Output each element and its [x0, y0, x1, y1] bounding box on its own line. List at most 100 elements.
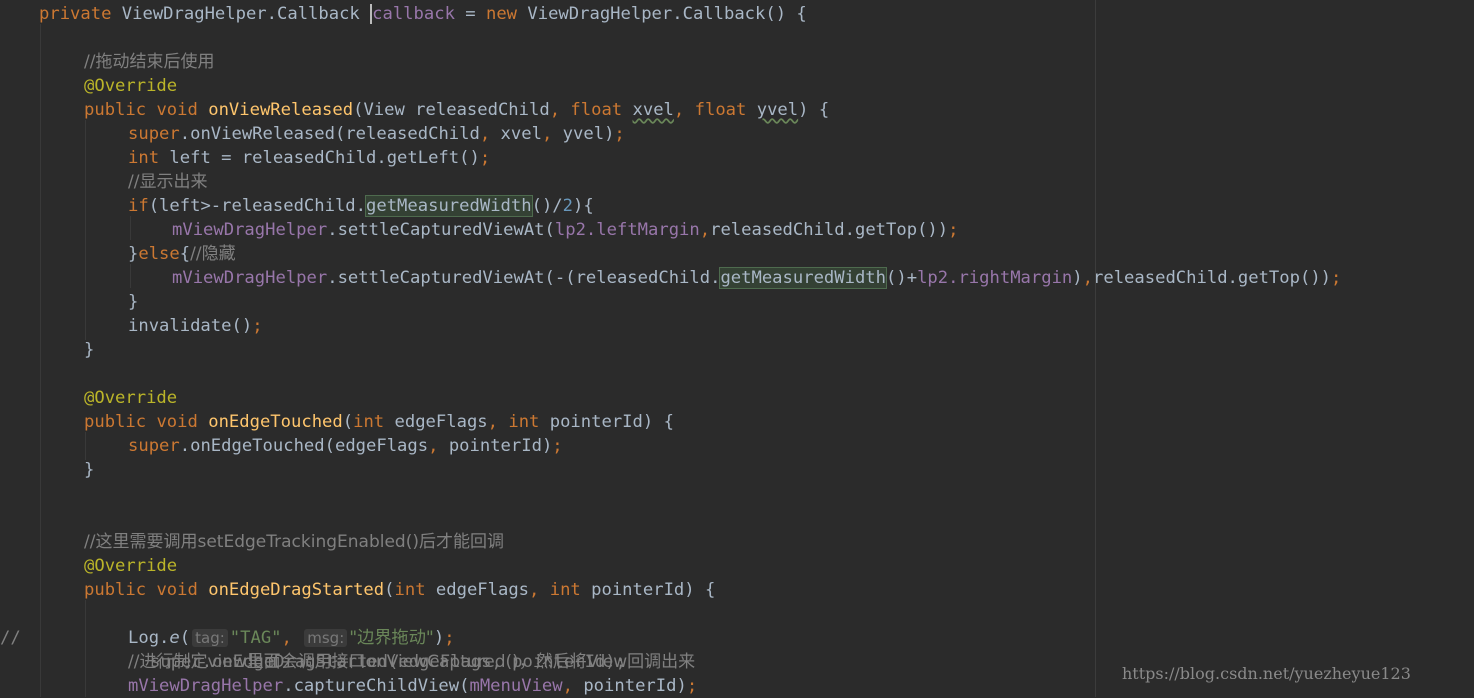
- punctuation: ;: [252, 316, 263, 336]
- keyword: float: [570, 100, 623, 120]
- code-text: xvel: [500, 124, 542, 144]
- code-line[interactable]: if(left>-releasedChild.getMeasuredWidth(…: [128, 194, 594, 218]
- method-name[interactable]: onEdgeTouched: [208, 412, 343, 432]
- keyword: void: [156, 100, 198, 120]
- method-name[interactable]: e: [169, 628, 179, 648]
- highlighted-method[interactable]: getMeasuredWidth: [719, 267, 888, 289]
- code-line[interactable]: public void onEdgeDragStarted(int edgeFl…: [84, 578, 715, 602]
- comment: //显示出来: [128, 172, 208, 192]
- code-line[interactable]: super.onViewReleased(releasedChild, xvel…: [128, 122, 625, 146]
- highlighted-method[interactable]: getMeasuredWidth: [365, 195, 533, 217]
- code-text: =: [454, 4, 486, 24]
- code-line[interactable]: @Override: [84, 386, 177, 410]
- code-line[interactable]: }: [84, 458, 94, 482]
- code-line[interactable]: @Override: [84, 74, 177, 98]
- code-line[interactable]: invalidate();: [128, 314, 263, 338]
- indent-guide: [85, 120, 86, 340]
- field: lp2: [917, 268, 949, 288]
- indent-guide: [85, 432, 86, 460]
- code-text: ){: [573, 196, 594, 216]
- comment: ，然后将: [518, 652, 587, 672]
- punctuation: ,: [428, 436, 449, 456]
- param-warning[interactable]: yvel: [757, 100, 798, 120]
- param-warning[interactable]: xvel: [633, 100, 674, 120]
- annotation: @Override: [84, 76, 178, 96]
- parameter-hint: msg:: [304, 629, 348, 647]
- code-text: Log.: [128, 628, 170, 648]
- punctuation: ;: [948, 220, 959, 240]
- keyword: int: [394, 580, 426, 600]
- code-line[interactable]: mViewDragHelper.captureChildView(mMenuVi…: [128, 674, 697, 698]
- code-text: (View releasedChild: [353, 100, 550, 120]
- keyword: super: [128, 124, 180, 144]
- punctuation: ,: [529, 580, 550, 600]
- code-line[interactable]: @Override: [84, 554, 177, 578]
- comment: 里面会调用接口: [246, 652, 366, 672]
- comment: setEdgeTrackingEnabled(): [197, 532, 419, 552]
- code-line[interactable]: public void onEdgeTouched(int edgeFlags,…: [84, 410, 674, 434]
- code-line[interactable]: }else{//隐藏: [128, 242, 236, 266]
- code-text: (: [342, 412, 354, 432]
- code-line[interactable]: public void onViewReleased(View released…: [84, 98, 829, 122]
- keyword: void: [156, 580, 198, 600]
- field: .leftMargin: [585, 220, 700, 240]
- keyword: int: [353, 412, 385, 432]
- code-text: releasedChild.getTop()): [1093, 268, 1332, 288]
- code-line[interactable]: //这里需要调用setEdgeTrackingEnabled()后才能回调: [84, 530, 504, 554]
- code-editor[interactable]: private ViewDragHelper.Callback callback…: [0, 0, 1474, 697]
- punctuation: ;: [614, 124, 625, 144]
- code-text: ViewDragHelper.Callback: [111, 4, 371, 24]
- code-line[interactable]: //拖动结束后使用: [84, 50, 214, 74]
- comment: onViewCaptured(): [365, 652, 519, 672]
- comment: //这里需要调用: [84, 532, 198, 552]
- punctuation: ,: [487, 412, 509, 432]
- code-text: pointerId) {: [539, 412, 674, 432]
- code-line[interactable]: mViewDragHelper.settleCapturedViewAt(-(r…: [172, 266, 1341, 290]
- annotation: @Override: [84, 556, 178, 576]
- field: mViewDragHelper: [172, 220, 328, 240]
- keyword: else: [138, 244, 180, 264]
- method-name[interactable]: onViewReleased: [208, 100, 353, 120]
- code-text: ) {: [798, 100, 830, 120]
- field: mViewDragHelper: [172, 268, 328, 288]
- code-text: ): [433, 628, 445, 648]
- comment: //拖动结束后使用: [84, 52, 215, 72]
- code-line[interactable]: //显示出来: [128, 170, 207, 194]
- code-line[interactable]: mViewDragHelper.settleCapturedViewAt(lp2…: [172, 218, 958, 242]
- code-line[interactable]: }: [84, 338, 94, 362]
- code-text: releasedChild.getTop()): [710, 220, 949, 240]
- code-text: ()+: [886, 268, 918, 288]
- code-text: .settleCapturedViewAt(: [327, 220, 555, 240]
- keyword: private: [39, 4, 112, 24]
- code-line[interactable]: super.onEdgeTouched(edgeFlags, pointerId…: [128, 434, 563, 458]
- code-text: pointerId): [583, 676, 687, 696]
- field: .rightMargin: [948, 268, 1073, 288]
- keyword: public: [84, 412, 147, 432]
- comment: //隐藏: [190, 244, 236, 264]
- punctuation: ;: [444, 628, 455, 648]
- code-line[interactable]: Log.e(tag: "TAG", msg: "边界拖动");: [128, 626, 455, 650]
- text-caret-variable[interactable]: callback: [370, 4, 455, 24]
- number: 2: [562, 196, 573, 216]
- punctuation: ,: [699, 220, 711, 240]
- comment: view: [207, 652, 247, 672]
- code-line[interactable]: int left = releasedChild.getLeft();: [128, 146, 490, 170]
- code-text: (: [384, 580, 395, 600]
- comment: View: [586, 652, 628, 672]
- code-line[interactable]: // super.onEdgeDragStarted(edgeFlags, po…: [0, 602, 1000, 672]
- code-text: yvel: [562, 124, 605, 144]
- method-name[interactable]: onEdgeDragStarted: [208, 580, 384, 600]
- code-text: ): [1072, 268, 1083, 288]
- code-text: ()/: [531, 196, 563, 216]
- code-line[interactable]: //进行制定view里面会调用接口onViewCaptured()，然后将Vie…: [128, 650, 695, 674]
- code-line[interactable]: }: [128, 290, 138, 314]
- punctuation: ,: [541, 124, 563, 144]
- parameter-hint: tag:: [192, 629, 228, 647]
- code-line[interactable]: private ViewDragHelper.Callback callback…: [39, 2, 807, 26]
- keyword: int: [549, 580, 581, 600]
- code-text: .captureChildView(: [283, 676, 470, 696]
- comment: 回调出来: [627, 652, 696, 672]
- indent-guide: [130, 216, 131, 240]
- keyword: if: [128, 196, 149, 216]
- brace: }: [84, 460, 95, 480]
